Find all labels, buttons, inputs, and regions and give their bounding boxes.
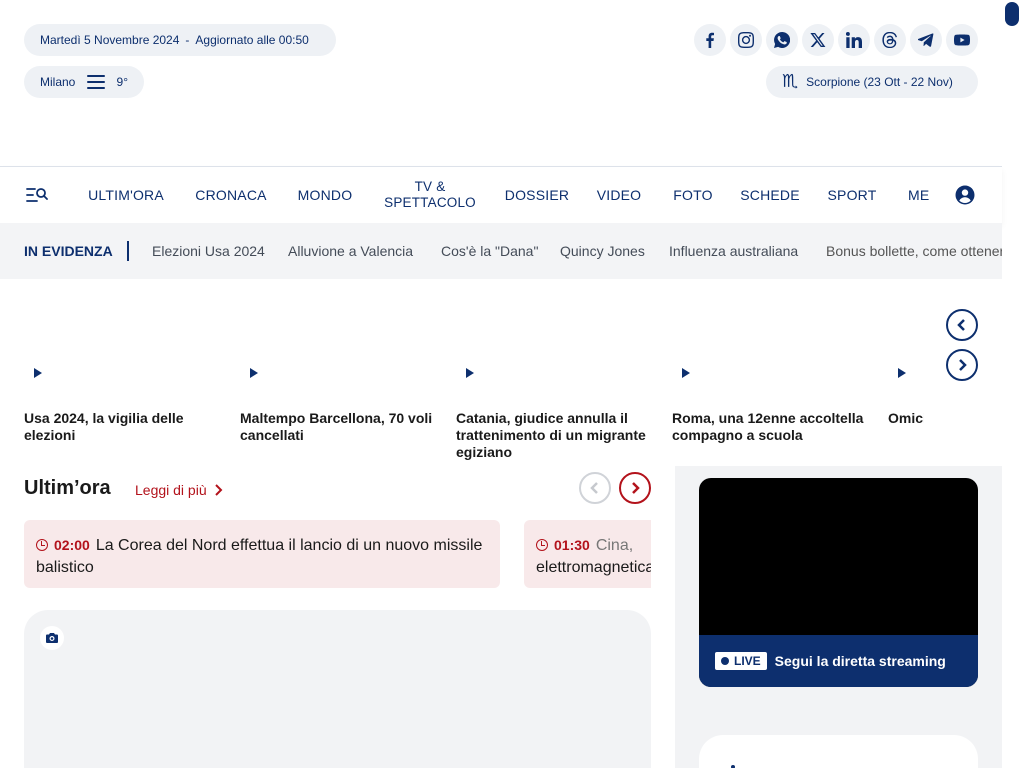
news-time: 01:30 bbox=[554, 537, 590, 553]
nav-tv-spettacolo[interactable]: TV & SPETTACOLO bbox=[380, 167, 480, 223]
news-text-line2: elettromagnetica bbox=[536, 559, 651, 576]
x-icon[interactable] bbox=[802, 24, 834, 56]
in-evidenza-divider bbox=[127, 241, 129, 261]
horoscope-pill[interactable]: ♏ Scorpione (23 Ott - 22 Nov) bbox=[766, 66, 978, 98]
nav-meteo[interactable]: METEO bbox=[908, 167, 929, 223]
carousel-prev-button[interactable] bbox=[946, 309, 978, 341]
evidence-link[interactable]: Bonus bollette, come ottenerlo bbox=[826, 243, 1002, 259]
horoscope-label: Scorpione (23 Ott - 22 Nov) bbox=[806, 75, 953, 89]
scorpio-icon: ♏ bbox=[782, 71, 799, 92]
live-stream-label: Segui la diretta streaming bbox=[774, 653, 946, 669]
clock-icon bbox=[36, 539, 48, 551]
evidence-link[interactable]: Cos'è la "Dana" bbox=[441, 243, 538, 259]
nav-foto[interactable]: FOTO bbox=[670, 167, 716, 223]
evidence-link[interactable]: Influenza australiana bbox=[669, 243, 798, 259]
ultimora-prev-button[interactable] bbox=[579, 472, 611, 504]
chevron-right-icon bbox=[214, 484, 223, 496]
nav-mondo[interactable]: MONDO bbox=[294, 167, 356, 223]
play-icon bbox=[34, 368, 42, 378]
play-icon bbox=[466, 368, 474, 378]
video-title: Usa 2024, la vigilia delle elezioni bbox=[24, 410, 184, 443]
leggi-label: Leggi di più bbox=[135, 482, 207, 498]
city-label: Milano bbox=[40, 75, 76, 89]
play-icon bbox=[250, 368, 258, 378]
nav-schede[interactable]: SCHEDE bbox=[740, 167, 800, 223]
whatsapp-icon[interactable] bbox=[766, 24, 798, 56]
nav-cronaca[interactable]: CRONACA bbox=[194, 167, 268, 223]
evidence-link[interactable]: Quincy Jones bbox=[560, 243, 645, 259]
in-evidenza-title: IN EVIDENZA bbox=[24, 243, 113, 259]
nav-dossier[interactable]: DOSSIER bbox=[504, 167, 570, 223]
live-stream-player[interactable]: LIVE Segui la diretta streaming bbox=[699, 478, 978, 687]
chevron-left-icon bbox=[590, 482, 598, 494]
carousel-next-button[interactable] bbox=[946, 349, 978, 381]
news-text: La Corea del Nord effettua il lancio di … bbox=[36, 537, 483, 576]
news-text: Cina, bbox=[595, 537, 634, 554]
in-evidenza-bar: IN EVIDENZA Elezioni Usa 2024 Alluvione … bbox=[0, 223, 1002, 279]
play-icon bbox=[898, 368, 906, 378]
clock-icon bbox=[536, 539, 548, 551]
chevron-right-icon bbox=[959, 359, 967, 371]
live-tag-label: LIVE bbox=[734, 654, 761, 668]
news-time: 02:00 bbox=[54, 537, 90, 553]
live-badge: LIVE bbox=[715, 652, 767, 670]
sidebar-card bbox=[699, 735, 978, 768]
date-pill: Martedì 5 Novembre 2024 - Aggiornato all… bbox=[24, 24, 336, 56]
date-separator: - bbox=[185, 33, 190, 47]
video-title: Maltempo Barcellona, 70 voli cancellati bbox=[240, 410, 433, 443]
telegram-icon[interactable] bbox=[910, 24, 942, 56]
chevron-left-icon bbox=[957, 319, 965, 331]
updated-label: Aggiornato alle 00:50 bbox=[195, 33, 309, 47]
live-dot-icon bbox=[721, 657, 729, 665]
nav-tv-line1: TV & bbox=[414, 179, 446, 194]
chevron-right-icon bbox=[632, 482, 640, 494]
page-scrollbar-thumb[interactable] bbox=[1005, 2, 1019, 26]
ultimora-next-button[interactable] bbox=[619, 472, 651, 504]
video-title: Roma, una 12enne accoltella compagno a s… bbox=[672, 410, 864, 443]
nav-ultimora[interactable]: ULTIM'ORA bbox=[86, 167, 166, 223]
instagram-icon[interactable] bbox=[730, 24, 762, 56]
breaking-news-card[interactable]: 02:00 La Corea del Nord effettua il lanci… bbox=[24, 520, 500, 588]
nav-video[interactable]: VIDEO bbox=[594, 167, 644, 223]
video-title: Omicidio, fermato psichiatra bbox=[888, 410, 924, 426]
linkedin-icon[interactable] bbox=[838, 24, 870, 56]
leggi-di-piu-link[interactable]: Leggi di più bbox=[135, 482, 223, 498]
threads-icon[interactable] bbox=[874, 24, 906, 56]
temperature-label: 9° bbox=[116, 75, 128, 89]
video-title: Catania, giudice annulla il tratteniment… bbox=[456, 410, 646, 460]
video-card-partial[interactable]: Omicidio, fermato psichiatra bbox=[888, 290, 924, 470]
youtube-icon[interactable] bbox=[946, 24, 978, 56]
ultimora-title: Ultim’ora bbox=[24, 477, 111, 499]
photo-article-card[interactable] bbox=[24, 610, 651, 768]
camera-icon bbox=[40, 626, 64, 650]
social-links bbox=[694, 24, 978, 56]
nav-sport[interactable]: SPORT bbox=[826, 167, 878, 223]
evidence-link[interactable]: Alluvione a Valencia bbox=[288, 243, 413, 259]
nav-overflow: METEO bbox=[905, 167, 929, 223]
menu-icon bbox=[87, 75, 105, 89]
play-icon bbox=[682, 368, 690, 378]
breaking-news-card[interactable]: 01:30 Cina, elettromagnetica bbox=[524, 520, 651, 588]
user-account-icon[interactable] bbox=[955, 185, 975, 205]
date-label: Martedì 5 Novembre 2024 bbox=[40, 33, 180, 47]
facebook-icon[interactable] bbox=[694, 24, 726, 56]
main-nav: ULTIM'ORA CRONACA MONDO TV & SPETTACOLO … bbox=[0, 166, 1002, 223]
weather-pill[interactable]: Milano 9° bbox=[24, 66, 144, 98]
search-menu-icon[interactable] bbox=[26, 185, 48, 205]
evidence-link[interactable]: Elezioni Usa 2024 bbox=[152, 243, 265, 259]
live-stream-bar[interactable]: LIVE Segui la diretta streaming bbox=[699, 635, 978, 687]
nav-tv-line2: SPETTACOLO bbox=[384, 195, 476, 210]
